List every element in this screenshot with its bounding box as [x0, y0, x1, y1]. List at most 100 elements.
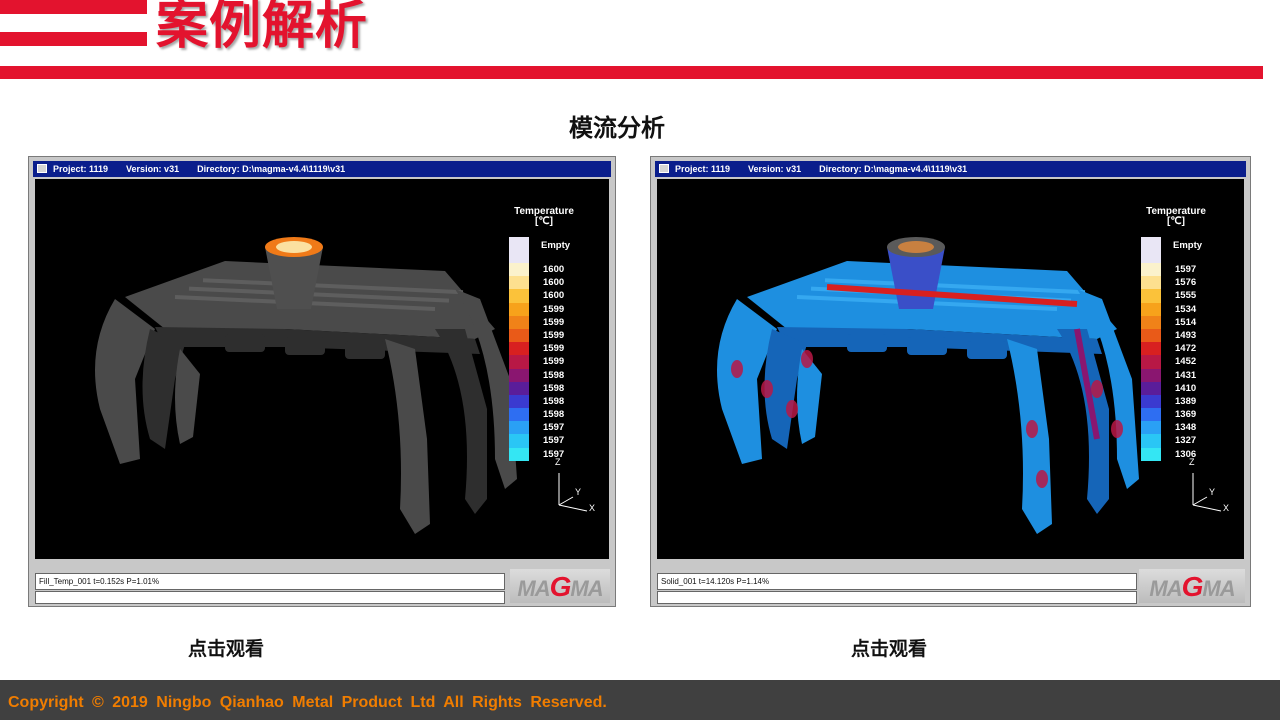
legend-unit: [℃]	[535, 216, 553, 227]
play-video-link-solidification[interactable]: 点击观看	[851, 634, 927, 661]
temperature-legend: Temperature [℃] Empty 1600 1600 1600 1599 159…	[509, 207, 579, 461]
legend-entry: 1598	[509, 381, 579, 395]
legend-entry: 1327	[1141, 434, 1211, 448]
legend-swatch	[509, 289, 529, 303]
legend-value: 1493	[1175, 329, 1197, 341]
legend-entry: 1598	[509, 368, 579, 382]
legend-entry: 1600	[509, 289, 579, 303]
axis-triad: Z Y X	[1181, 457, 1241, 517]
legend-swatch	[509, 263, 529, 277]
simulation-viewport[interactable]: Temperature [℃] Empty 1600 1600 1600 1599 159…	[35, 179, 609, 559]
legend-swatch	[1141, 421, 1161, 435]
casting-right-leg-mid	[435, 329, 487, 514]
casting-window	[285, 337, 325, 355]
legend-value: 1576	[1175, 277, 1197, 289]
legend-swatch	[509, 355, 529, 369]
casting-right-leg-front	[385, 339, 430, 534]
legend-swatch	[509, 408, 529, 422]
legend-value: 1348	[1175, 422, 1197, 434]
simulation-viewport[interactable]: Temperature [℃] Empty 1597 1576 1555 1534 151…	[657, 179, 1244, 559]
legend-entry: 1555	[1141, 289, 1211, 303]
system-menu-icon[interactable]	[659, 164, 669, 173]
legend-entry: 1598	[509, 394, 579, 409]
hotspot	[1111, 420, 1123, 438]
legend-swatch	[1141, 355, 1161, 369]
legend-value: 1534	[1175, 303, 1197, 315]
legend-swatch	[1141, 368, 1161, 382]
directory-label: Directory: D:\magma-v4.4\1119\v31	[197, 164, 346, 174]
legend-value: 1597	[543, 435, 565, 447]
legend-swatch	[1141, 408, 1161, 422]
legend-entry: 1576	[1141, 276, 1211, 290]
status-field: Fill_Temp_001 t=0.152s P=1.01%	[35, 573, 505, 590]
page-title: 案例解析	[156, 0, 369, 56]
legend-value: 1472	[1175, 343, 1197, 355]
message-field	[657, 591, 1137, 604]
legend-entry: 1369	[1141, 408, 1211, 422]
system-menu-icon[interactable]	[37, 164, 47, 173]
legend-swatch	[1141, 237, 1161, 263]
hotspot	[1036, 470, 1048, 488]
copyright-text: Copyright © 2019 Ningbo Qianhao Metal Pr…	[8, 694, 607, 711]
legend-swatch	[1141, 434, 1161, 448]
section-title: 模流分析	[569, 114, 665, 142]
legend-value: 1599	[543, 329, 565, 341]
legend-swatch	[509, 342, 529, 356]
legend-swatch	[509, 315, 529, 329]
legend-entry: 1452	[1141, 355, 1211, 369]
casting-sprue-core	[898, 241, 934, 253]
axis-z-label: Z	[555, 457, 561, 467]
legend-swatch	[1141, 302, 1161, 316]
legend-entry: 1410	[1141, 381, 1211, 395]
legend-value: Empty	[541, 240, 571, 251]
legend-swatch	[1141, 381, 1161, 395]
legend-swatch	[1141, 394, 1161, 409]
legend-entry: 1493	[1141, 328, 1211, 343]
hotspot	[801, 350, 813, 368]
legend-value: 1598	[543, 369, 565, 381]
legend-swatch	[1141, 315, 1161, 329]
legend-value: 1598	[543, 409, 565, 421]
casting-window	[907, 337, 947, 355]
hotspot	[731, 360, 743, 378]
casting-window	[967, 341, 1007, 359]
message-field	[35, 591, 505, 604]
footer: Copyright © 2019 Ningbo Qianhao Metal Pr…	[0, 680, 1280, 720]
header-stripe-middle	[0, 32, 147, 46]
header-stripe-top	[0, 0, 147, 14]
legend-value: 1600	[543, 290, 565, 302]
legend-entry: Empty	[509, 237, 579, 263]
simulation-window-fill[interactable]: Project: 1119 Version: v31 Directory: D:\m…	[28, 156, 616, 607]
legend-value: 1452	[1175, 356, 1197, 368]
legend-entry: 1599	[509, 342, 579, 356]
axis-z-label: Z	[1189, 457, 1195, 467]
axis-y-label: Y	[1209, 487, 1216, 497]
version-label: Version: v31	[126, 164, 180, 174]
legend-entry: Empty	[1141, 237, 1211, 263]
directory-label: Directory: D:\magma-v4.4\1119\v31	[819, 164, 968, 174]
legend-value: 1327	[1175, 435, 1197, 447]
legend-swatch	[509, 394, 529, 409]
legend-swatch	[509, 276, 529, 290]
legend-value: 1410	[1175, 382, 1197, 394]
legend-value: Empty	[1173, 240, 1203, 251]
casting-sprue-core	[276, 241, 312, 253]
casting-window	[345, 341, 385, 359]
simulation-window-solidification[interactable]: Project: 1119 Version: v31 Directory: D:\m…	[650, 156, 1251, 607]
legend-entry: 1534	[1141, 302, 1211, 316]
window-titlebar: Project: 1119 Version: v31 Directory: D:\m…	[33, 161, 611, 177]
legend-value: 1600	[543, 277, 565, 289]
axis-triad: Z Y X	[547, 457, 607, 517]
legend-swatch	[1141, 263, 1161, 277]
status-field: Solid_001 t=14.120s P=1.14%	[657, 573, 1137, 590]
header-rule	[0, 66, 1263, 79]
legend-entry: 1431	[1141, 368, 1211, 382]
legend-swatch	[509, 237, 529, 263]
legend-value: 1599	[543, 343, 565, 355]
legend-value: 1599	[543, 356, 565, 368]
legend-value: 1389	[1175, 395, 1197, 407]
casting-window	[225, 334, 265, 352]
legend-value: 1599	[543, 316, 565, 328]
legend-value: 1555	[1175, 290, 1197, 302]
play-video-link-fill[interactable]: 点击观看	[188, 634, 264, 661]
